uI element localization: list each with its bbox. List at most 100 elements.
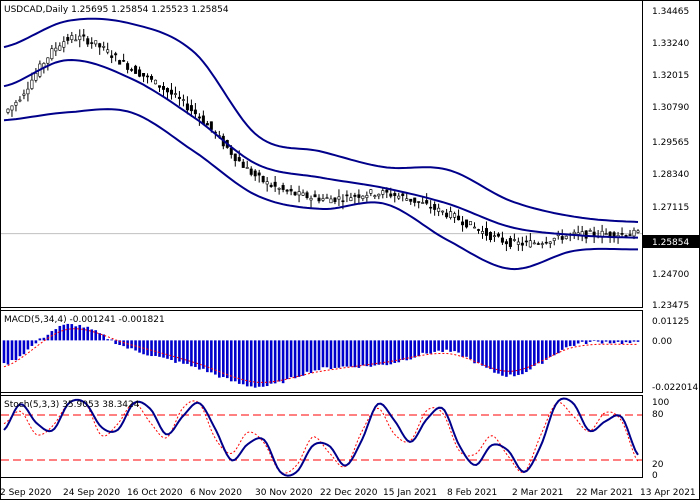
stoch-signal-line xyxy=(3,398,639,474)
macd-bar xyxy=(281,340,285,384)
bear-candle xyxy=(504,241,508,245)
macd-bar xyxy=(544,340,548,360)
price-tick: 1.34465 xyxy=(652,7,689,17)
macd-bar xyxy=(26,340,30,350)
bull-candle xyxy=(6,108,10,113)
bull-candle xyxy=(588,230,592,232)
macd-bar xyxy=(325,340,329,368)
macd-bar xyxy=(34,340,38,344)
macd-header: MACD(5,34,4) -0.001241 -0.001821 xyxy=(4,315,165,325)
stoch-plot xyxy=(1,397,642,477)
bull-candle xyxy=(30,79,34,89)
macd-bar xyxy=(106,339,109,341)
macd-bar xyxy=(548,340,552,357)
bear-candle xyxy=(241,161,245,168)
bull-candle xyxy=(572,231,576,235)
macd-bar xyxy=(417,340,420,357)
macd-bar xyxy=(600,340,604,344)
bull-candle xyxy=(349,197,353,201)
bull-candle xyxy=(18,99,22,102)
bull-candle xyxy=(181,99,185,101)
macd-bar xyxy=(22,340,26,355)
macd-bar xyxy=(517,340,520,375)
date-label: 8 Feb 2021 xyxy=(447,488,497,498)
macd-bar xyxy=(158,340,161,357)
bear-candle xyxy=(66,37,70,41)
bull-candle xyxy=(301,192,305,196)
bear-candle xyxy=(393,193,397,196)
bear-candle xyxy=(317,197,321,202)
bear-candle xyxy=(409,198,413,202)
macd-bar xyxy=(170,340,173,360)
bull-candle xyxy=(361,195,365,199)
bear-candle xyxy=(293,191,297,196)
bull-candle xyxy=(94,40,98,45)
price-tick: 1.27115 xyxy=(652,203,689,213)
macd-bar xyxy=(269,340,273,384)
bear-candle xyxy=(357,194,361,198)
macd-bar xyxy=(608,340,612,344)
bear-candle xyxy=(500,237,504,243)
bull-candle xyxy=(46,57,50,64)
bear-candle xyxy=(189,105,193,112)
bear-candle xyxy=(461,221,465,226)
macd-tick: -0.022014 xyxy=(652,383,698,393)
macd-bar xyxy=(317,340,321,371)
macd-bar xyxy=(433,340,436,352)
macd-bar xyxy=(162,340,165,358)
bull-candle xyxy=(377,193,381,197)
bear-candle xyxy=(205,123,209,126)
price-tick: 1.30790 xyxy=(652,103,689,113)
bear-candle xyxy=(477,229,481,231)
date-label: 15 Jan 2021 xyxy=(383,488,437,498)
bear-candle xyxy=(345,194,349,197)
bear-candle xyxy=(401,193,405,196)
macd-bar xyxy=(465,340,468,357)
macd-bar xyxy=(389,340,393,365)
date-label: 6 Nov 2020 xyxy=(190,488,242,498)
bear-candle xyxy=(520,242,524,246)
bear-candle xyxy=(353,194,357,197)
macd-bar xyxy=(349,340,353,367)
macd-bar xyxy=(62,324,66,341)
bear-candle xyxy=(146,75,150,78)
macd-bar xyxy=(70,324,74,341)
macd-bar xyxy=(229,340,233,382)
bear-candle xyxy=(82,34,86,37)
price-tick: 1.28340 xyxy=(652,170,689,180)
price-tick: 1.23475 xyxy=(652,301,689,311)
macd-bar xyxy=(533,340,536,366)
macd-plot xyxy=(2,323,640,388)
bear-candle xyxy=(544,241,548,244)
bear-candle xyxy=(608,231,612,237)
macd-bar xyxy=(381,340,385,365)
bull-candle xyxy=(405,198,409,201)
bear-candle xyxy=(584,230,588,239)
macd-bar xyxy=(485,340,488,368)
macd-bar xyxy=(636,340,640,342)
bull-candle xyxy=(365,195,369,198)
date-label: 13 Apr 2021 xyxy=(640,488,696,498)
macd-bar xyxy=(616,340,620,342)
price-panel-frame xyxy=(0,0,643,308)
macd-bar xyxy=(329,340,333,370)
macd-bar xyxy=(397,340,401,363)
bull-candle xyxy=(74,39,78,42)
macd-bar xyxy=(552,340,556,356)
macd-bar xyxy=(30,340,34,346)
macd-bar xyxy=(150,340,153,357)
bear-candle xyxy=(249,168,253,175)
bear-candle xyxy=(333,197,337,203)
bear-candle xyxy=(425,200,429,204)
macd-bar xyxy=(337,340,341,368)
bull-candle xyxy=(381,190,385,195)
bear-candle xyxy=(185,103,189,111)
bear-candle xyxy=(110,55,114,58)
bear-candle xyxy=(233,153,237,162)
bear-candle xyxy=(118,60,122,65)
date-label: 16 Oct 2020 xyxy=(127,488,183,498)
bear-candle xyxy=(465,219,469,228)
bull-candle xyxy=(548,241,552,244)
macd-bar xyxy=(413,340,417,358)
bear-candle xyxy=(289,188,293,192)
